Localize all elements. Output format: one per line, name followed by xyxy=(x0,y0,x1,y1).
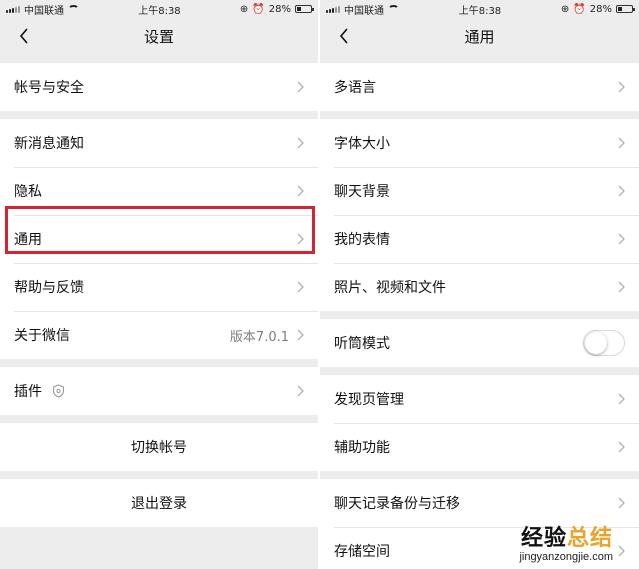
chevron-right-icon xyxy=(297,185,304,197)
settings-item-account-security[interactable]: 帐号与安全 xyxy=(0,63,318,111)
chevron-right-icon xyxy=(297,329,304,341)
toggle-knob xyxy=(585,332,607,354)
general-item-discover-manage[interactable]: 发现页管理 xyxy=(320,375,639,423)
chevron-right-icon xyxy=(618,281,625,293)
general-item-storage[interactable]: 存储空间 xyxy=(320,527,639,569)
alarm-icon: ⏰ xyxy=(252,3,265,15)
settings-item-about[interactable]: 关于微信 版本7.0.1 xyxy=(0,311,318,359)
settings-item-plugins[interactable]: 插件 xyxy=(0,367,318,415)
page-title: 设置 xyxy=(143,28,174,46)
alarm-icon: ⏰ xyxy=(573,3,586,15)
chevron-right-icon xyxy=(618,137,625,149)
status-time: 上午8:38 xyxy=(458,5,502,17)
status-bar: 中国联通 上午8:38 ⊕ ⏰ 28% xyxy=(320,0,639,18)
battery-icon xyxy=(294,5,314,13)
version-label: 版本7.0.1 xyxy=(229,329,289,345)
earpiece-mode-toggle[interactable] xyxy=(583,330,625,356)
settings-screen: 中国联通 上午8:38 ⊕ ⏰ 28% 设置 帐号与安全 新消息通知 隐私 通用… xyxy=(0,0,318,569)
carrier-label: 中国联通 xyxy=(344,5,384,17)
general-item-chat-backup[interactable]: 聊天记录备份与迁移 xyxy=(320,479,639,527)
carrier-label: 中国联通 xyxy=(24,5,64,17)
chevron-right-icon xyxy=(618,185,625,197)
general-settings-screen: 中国联通 上午8:38 ⊕ ⏰ 28% 通用 多语言 字体大小 聊天背景 我的表… xyxy=(320,0,639,569)
battery-icon xyxy=(615,5,635,13)
chevron-right-icon xyxy=(618,545,625,557)
general-item-stickers[interactable]: 我的表情 xyxy=(320,215,639,263)
chevron-right-icon xyxy=(297,233,304,245)
back-button[interactable] xyxy=(334,26,354,46)
wifi-icon xyxy=(388,5,399,13)
nav-bar: 设置 xyxy=(0,18,318,55)
chevron-right-icon xyxy=(297,81,304,93)
settings-item-general[interactable]: 通用 xyxy=(0,215,318,263)
chevron-right-icon xyxy=(618,81,625,93)
settings-item-help-feedback[interactable]: 帮助与反馈 xyxy=(0,263,318,311)
general-item-font-size[interactable]: 字体大小 xyxy=(320,119,639,167)
signal-icon xyxy=(326,5,340,13)
settings-item-privacy[interactable]: 隐私 xyxy=(0,167,318,215)
chevron-right-icon xyxy=(618,393,625,405)
chevron-right-icon xyxy=(297,385,304,397)
general-item-language[interactable]: 多语言 xyxy=(320,63,639,111)
shield-icon xyxy=(52,384,65,398)
chevron-right-icon xyxy=(297,137,304,149)
general-item-chat-background[interactable]: 聊天背景 xyxy=(320,167,639,215)
nav-bar: 通用 xyxy=(320,18,639,55)
switch-account-button[interactable]: 切换帐号 xyxy=(0,423,318,471)
settings-item-notifications[interactable]: 新消息通知 xyxy=(0,119,318,167)
page-title: 通用 xyxy=(464,28,495,46)
general-item-media-files[interactable]: 照片、视频和文件 xyxy=(320,263,639,311)
status-bar: 中国联通 上午8:38 ⊕ ⏰ 28% xyxy=(0,0,318,18)
logout-button[interactable]: 退出登录 xyxy=(0,479,318,527)
chevron-right-icon xyxy=(297,281,304,293)
signal-icon xyxy=(6,5,20,13)
chevron-right-icon xyxy=(618,497,625,509)
general-item-earpiece-mode: 听筒模式 xyxy=(320,319,639,367)
back-button[interactable] xyxy=(14,26,34,46)
back-arrow-icon xyxy=(339,28,348,44)
chevron-right-icon xyxy=(618,233,625,245)
general-item-accessibility[interactable]: 辅助功能 xyxy=(320,423,639,471)
status-time: 上午8:38 xyxy=(138,5,181,17)
battery-percent: 28% xyxy=(268,3,291,15)
battery-percent: 28% xyxy=(589,3,612,15)
orientation-lock-icon: ⊕ xyxy=(239,3,249,15)
chevron-right-icon xyxy=(618,441,625,453)
back-arrow-icon xyxy=(19,28,28,44)
orientation-lock-icon: ⊕ xyxy=(560,3,570,15)
wifi-icon xyxy=(68,5,79,13)
